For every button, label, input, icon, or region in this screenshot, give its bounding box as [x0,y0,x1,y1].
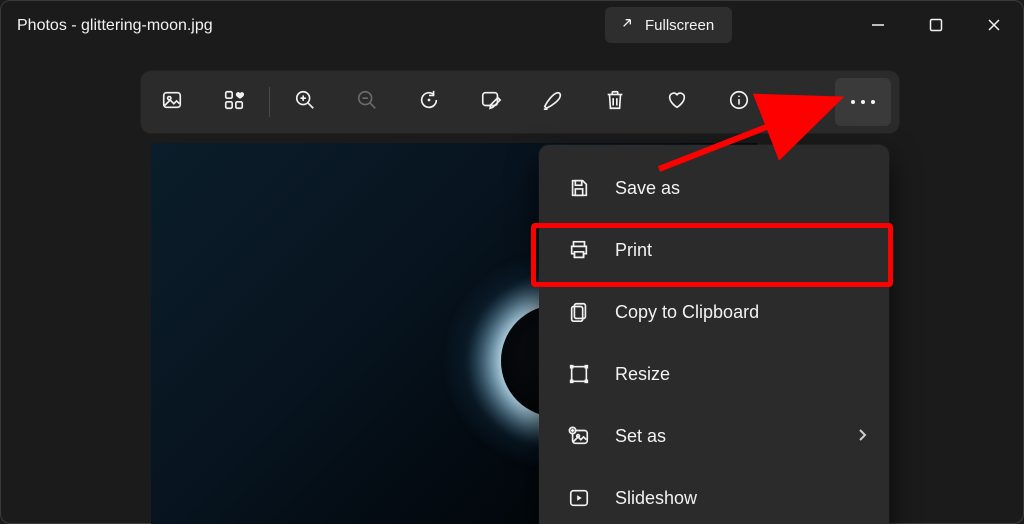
more-options-menu: Save as Print Copy to Clipboard Resize S… [539,145,889,524]
clipboard-icon [567,301,591,323]
print-icon [567,239,591,261]
menu-set-as[interactable]: Set as [539,405,889,467]
set-as-icon [567,425,591,447]
menu-label: Slideshow [615,488,697,509]
edit-image-icon [480,89,502,116]
menu-label: Set as [615,426,666,447]
slideshow-icon [567,487,591,509]
title-bar: Photos - glittering-moon.jpg Fullscreen [1,1,1023,51]
chevron-right-icon [857,426,867,447]
markup-button[interactable] [522,71,584,133]
heart-icon [666,89,688,116]
window-controls [849,1,1023,49]
fullscreen-icon [619,15,635,35]
more-options-button[interactable] [835,78,891,126]
ellipsis-icon [851,100,855,104]
info-button[interactable] [708,71,770,133]
menu-label: Copy to Clipboard [615,302,759,323]
zoom-in-icon [294,89,316,116]
rotate-icon [418,89,440,116]
all-photos-button[interactable] [203,71,265,133]
close-button[interactable] [965,1,1023,49]
menu-label: Save as [615,178,680,199]
image-icon [161,89,183,116]
grid-heart-icon [223,89,245,116]
menu-label: Print [615,240,652,261]
resize-icon [567,363,591,385]
menu-slideshow[interactable]: Slideshow [539,467,889,524]
save-icon [567,177,591,199]
menu-save-as[interactable]: Save as [539,157,889,219]
menu-print[interactable]: Print [539,219,889,281]
app-window: Photos - glittering-moon.jpg Fullscreen [0,0,1024,524]
rotate-button[interactable] [398,71,460,133]
zoom-in-button[interactable] [274,71,336,133]
menu-resize[interactable]: Resize [539,343,889,405]
maximize-button[interactable] [907,1,965,49]
image-view-button[interactable] [141,71,203,133]
zoom-out-icon [356,89,378,116]
edit-button[interactable] [460,71,522,133]
window-title: Photos - glittering-moon.jpg [17,17,213,35]
menu-label: Resize [615,364,670,385]
fullscreen-label: Fullscreen [645,17,714,34]
zoom-out-button[interactable] [336,71,398,133]
toolbar [141,71,899,133]
minimize-button[interactable] [849,1,907,49]
fullscreen-button[interactable]: Fullscreen [605,7,732,43]
trash-icon [604,89,626,116]
toolbar-separator [269,87,270,117]
info-icon [728,89,750,116]
delete-button[interactable] [584,71,646,133]
favorite-button[interactable] [646,71,708,133]
menu-copy-clipboard[interactable]: Copy to Clipboard [539,281,889,343]
pen-icon [542,89,564,116]
